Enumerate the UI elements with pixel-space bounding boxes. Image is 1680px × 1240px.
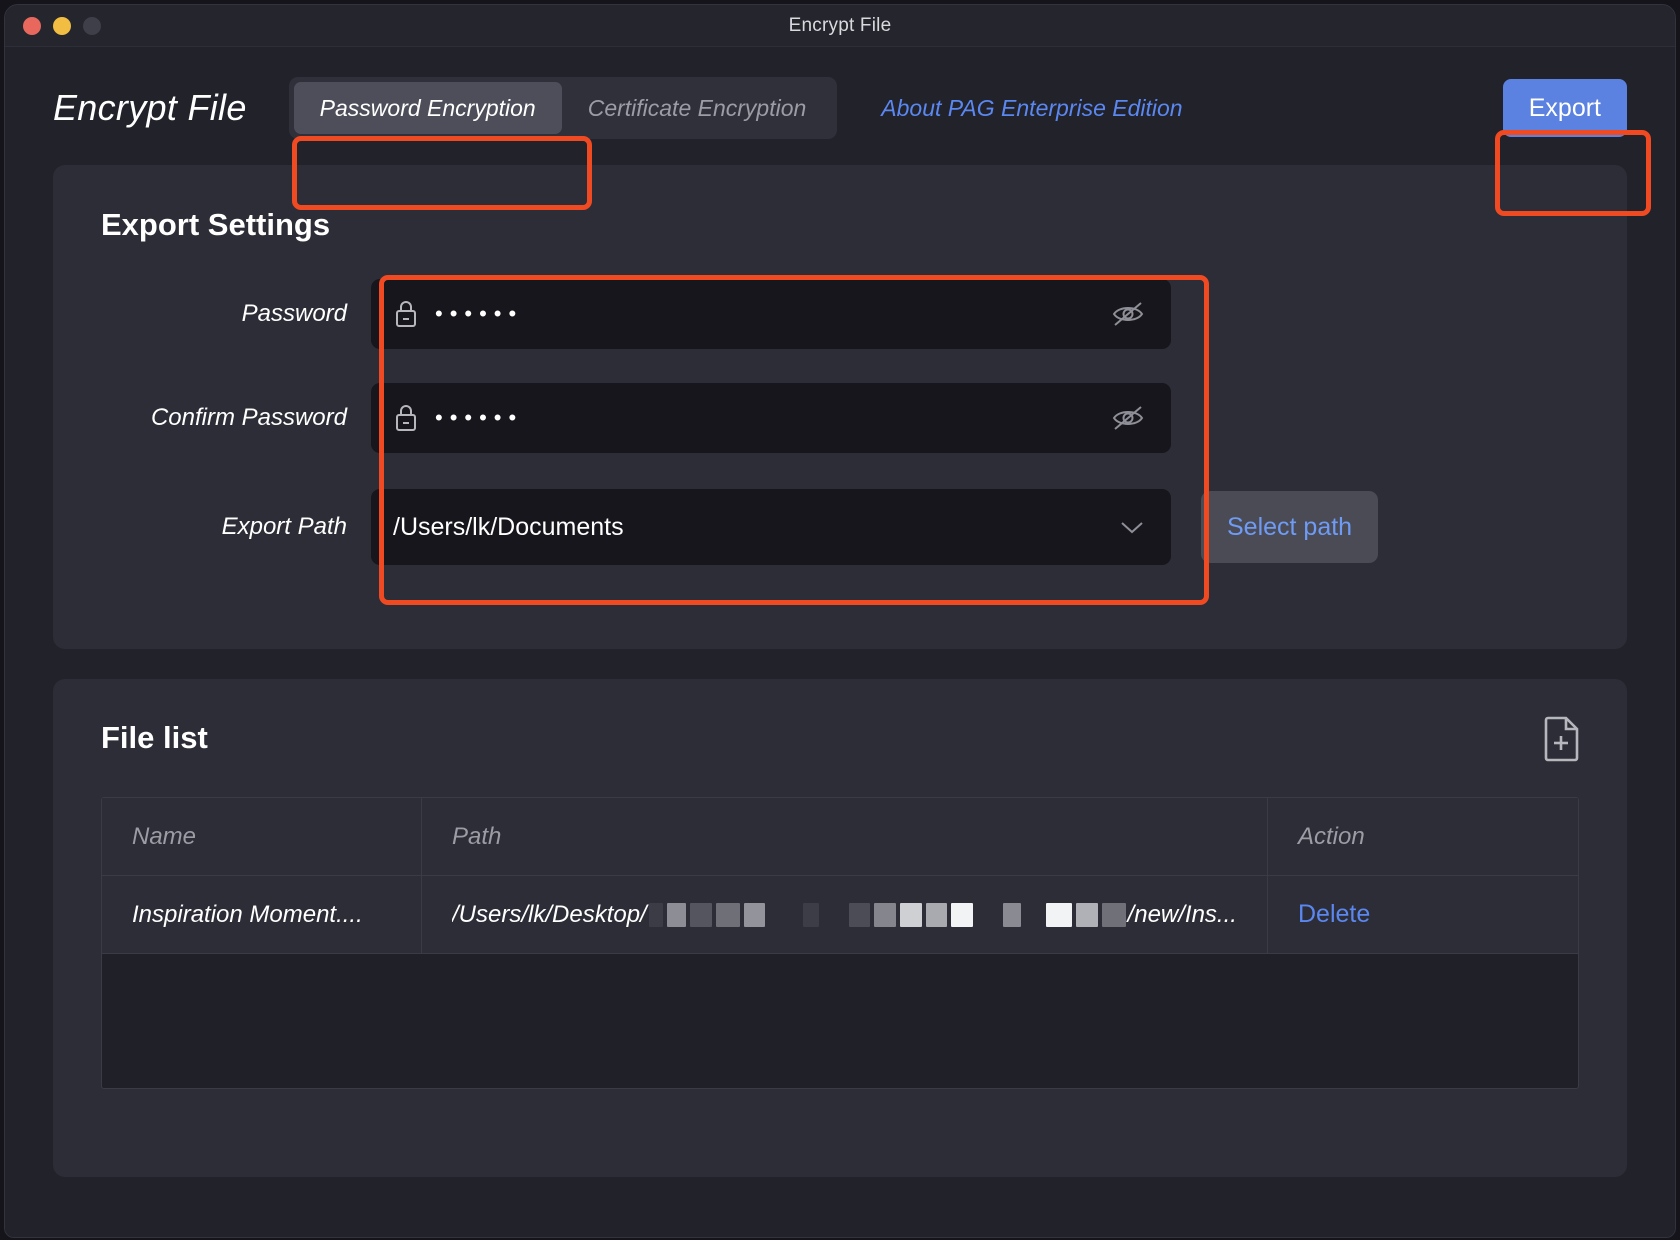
about-pag-enterprise-link[interactable]: About PAG Enterprise Edition <box>881 95 1182 122</box>
app-window: Encrypt File Encrypt File Password Encry… <box>4 4 1676 1238</box>
file-path-cell: /Users/lk/Desktop/ /new/Ins... <box>422 876 1268 954</box>
page-title: Encrypt File <box>53 87 247 128</box>
confirm-password-input[interactable]: •••••• <box>371 383 1171 453</box>
column-header-action: Action <box>1268 798 1578 876</box>
encryption-mode-tabs: Password Encryption Certificate Encrypti… <box>288 77 838 139</box>
redaction-block <box>1046 902 1073 927</box>
export-settings-title: Export Settings <box>101 207 331 242</box>
confirm-password-value: •••••• <box>435 405 524 430</box>
header-row: Encrypt File Password Encryption Certifi… <box>53 47 1627 159</box>
redaction-block <box>803 902 819 927</box>
title-bar: Encrypt File <box>5 5 1675 47</box>
eye-off-icon[interactable] <box>1111 405 1145 431</box>
export-settings-panel: Export Settings Password •••••• Confirm … <box>53 165 1627 649</box>
window-title: Encrypt File <box>788 14 892 36</box>
chevron-down-icon[interactable] <box>1119 519 1145 535</box>
table-header-row: Name Path Action <box>102 798 1578 876</box>
file-list-header: File list <box>53 679 1627 797</box>
export-path-row: Export Path /Users/lk/Documents Select p… <box>53 489 1627 565</box>
redaction-block <box>1076 902 1098 927</box>
export-path-select[interactable]: /Users/lk/Documents <box>371 489 1171 565</box>
file-table: Name Path Action Inspiration Moment.... … <box>101 797 1579 1089</box>
file-path-inner: /Users/lk/Desktop/ /new/Ins... <box>452 901 1237 929</box>
export-button[interactable]: Export <box>1502 79 1627 137</box>
password-input[interactable]: •••••• <box>371 279 1171 349</box>
file-list-title: File list <box>101 720 208 755</box>
lock-icon <box>393 299 419 329</box>
redaction-block <box>666 902 687 927</box>
redaction-block <box>648 902 663 927</box>
redaction-block <box>848 902 871 927</box>
file-action-cell: Delete <box>1268 876 1578 954</box>
file-path-suffix: /new/Ins... <box>1127 900 1237 928</box>
file-name-cell: Inspiration Moment.... <box>102 876 422 954</box>
lock-icon <box>393 403 419 433</box>
redaction-block <box>925 902 948 927</box>
confirm-password-row: Confirm Password •••••• <box>53 383 1627 453</box>
redaction-block <box>769 903 799 927</box>
redaction-block <box>823 903 845 927</box>
password-row: Password •••••• <box>53 279 1627 349</box>
file-path-prefix: /Users/lk/Desktop/ <box>452 900 647 928</box>
export-button-wrap: Export <box>1502 79 1627 137</box>
redaction-block <box>1101 902 1126 927</box>
tab-certificate-encryption[interactable]: Certificate Encryption <box>562 82 833 134</box>
redaction-block <box>716 902 740 927</box>
export-path-value: /Users/lk/Documents <box>393 512 624 541</box>
redaction-block <box>951 902 974 927</box>
redaction-block <box>977 903 999 927</box>
redaction-block <box>874 902 897 927</box>
select-path-button[interactable]: Select path <box>1201 491 1379 563</box>
column-header-path: Path <box>422 798 1268 876</box>
redaction-block <box>1002 902 1021 927</box>
redaction-block <box>690 902 713 927</box>
export-path-label: Export Path <box>221 513 347 540</box>
password-value: •••••• <box>435 301 524 326</box>
table-row[interactable]: Inspiration Moment.... /Users/lk/Desktop… <box>102 876 1578 954</box>
file-list-panel: File list Name Path Action Inspiration M… <box>53 679 1627 1177</box>
redaction-block <box>900 902 922 927</box>
delete-button[interactable]: Delete <box>1298 900 1370 929</box>
redaction-block <box>1025 903 1043 927</box>
tab-password-encryption[interactable]: Password Encryption <box>293 82 562 134</box>
column-header-name: Name <box>102 798 422 876</box>
redaction-block <box>743 902 766 927</box>
password-label: Password <box>241 300 347 327</box>
eye-off-icon[interactable] <box>1111 301 1145 327</box>
confirm-password-label: Confirm Password <box>150 404 347 431</box>
content-area: Encrypt File Password Encryption Certifi… <box>5 47 1675 1237</box>
add-file-icon[interactable] <box>1541 714 1583 762</box>
